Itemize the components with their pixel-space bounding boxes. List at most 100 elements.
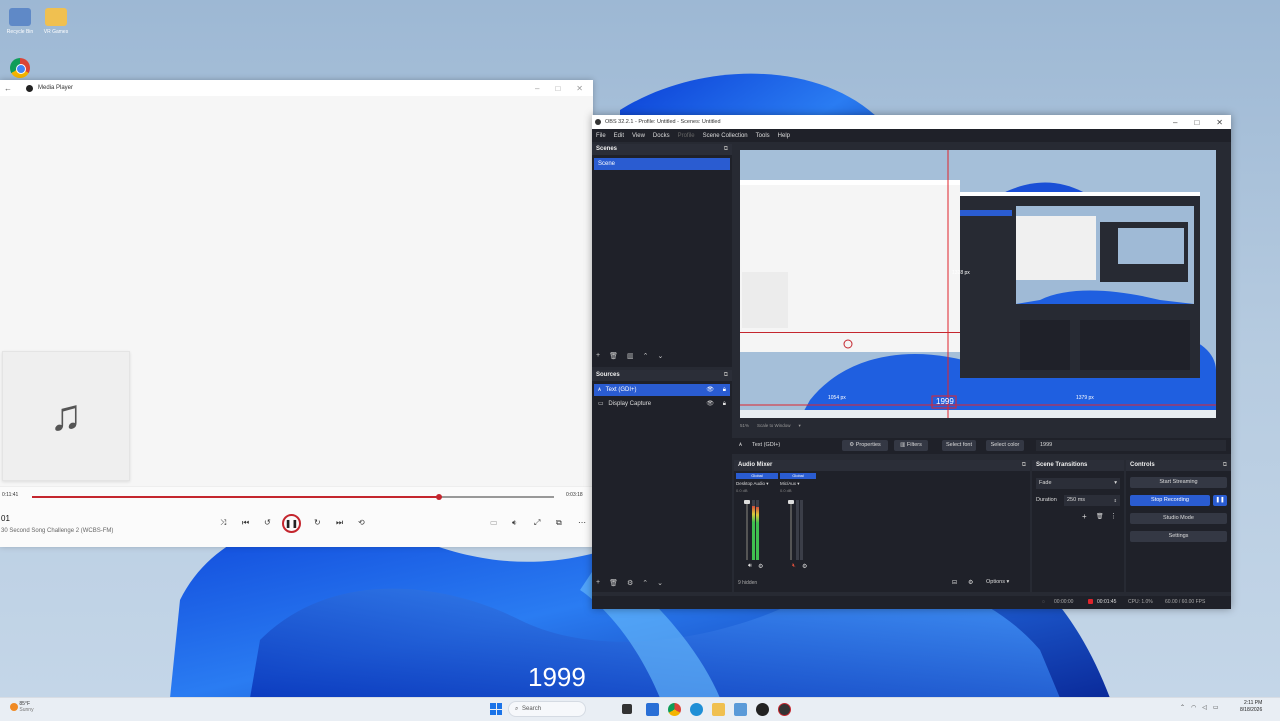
lock-icon[interactable]: 🔒︎ — [723, 384, 726, 396]
start-button[interactable] — [490, 703, 502, 715]
battery-icon[interactable]: ▭ — [1213, 704, 1219, 711]
lock-icon[interactable]: 🔒︎ — [723, 398, 726, 410]
start-streaming-button[interactable]: Start Streaming — [1130, 477, 1227, 488]
trash-icon[interactable]: 🗑︎ — [609, 579, 618, 587]
dock-icon[interactable]: ⧉ — [1223, 460, 1227, 471]
text-value-field[interactable]: 1999 — [1036, 440, 1226, 451]
minimize-button[interactable]: – — [535, 84, 539, 93]
select-color-button[interactable]: Select color — [986, 440, 1024, 451]
filters-button[interactable]: ▥ Filters — [894, 440, 928, 451]
chevron-down-icon[interactable]: ▾ — [799, 423, 801, 429]
eye-icon[interactable]: 👁︎ — [706, 384, 714, 396]
next-icon[interactable]: ⏭ — [336, 518, 343, 528]
chevron-up-icon[interactable]: ⌃ — [1180, 704, 1185, 711]
menu-profile[interactable]: Profile — [678, 133, 695, 139]
properties-button[interactable]: ⚙︎ Properties — [842, 440, 888, 451]
source-item-display[interactable]: ▭ Display Capture 👁︎ 🔒︎ — [594, 398, 730, 410]
shuffle-icon[interactable]: ⤨ — [220, 518, 226, 528]
seek-thumb[interactable] — [436, 494, 443, 500]
menu-scene-collection[interactable]: Scene Collection — [703, 133, 748, 139]
move-down-icon[interactable]: ⌄ — [657, 579, 663, 587]
fullscreen-icon[interactable]: ⤢ — [534, 518, 540, 528]
volume-slider[interactable] — [788, 500, 794, 560]
obs-icon[interactable] — [778, 703, 791, 716]
source-item-text[interactable]: ᴀ Text (GDI+) 👁︎ 🔒︎ — [594, 384, 730, 396]
trash-icon[interactable]: 🗑︎ — [1096, 513, 1104, 520]
close-button[interactable]: ✕ — [1216, 118, 1223, 127]
filter-icon[interactable]: ▥ — [627, 352, 634, 360]
more-icon[interactable]: ⋮ — [1110, 512, 1117, 520]
media-player-icon[interactable] — [756, 703, 769, 716]
dock-icon[interactable]: ⧉ — [1022, 460, 1026, 471]
move-up-icon[interactable]: ⌃ — [643, 352, 649, 360]
preview-text-source[interactable]: 1999 — [936, 397, 954, 406]
gear-icon[interactable]: ⚙︎ — [627, 579, 633, 587]
maximize-button[interactable]: □ — [1194, 118, 1199, 127]
wifi-icon[interactable]: ◠ — [1191, 704, 1196, 711]
slider-thumb[interactable] — [744, 500, 750, 504]
volume-icon[interactable]: ◁ — [1202, 704, 1207, 711]
menu-edit[interactable]: Edit — [614, 133, 624, 139]
duration-input[interactable]: 250 ms ⇕ — [1064, 495, 1120, 506]
menu-tools[interactable]: Tools — [756, 133, 770, 139]
task-view-icon[interactable] — [622, 704, 632, 714]
select-font-button[interactable]: Select font — [942, 440, 976, 451]
move-down-icon[interactable]: ⌄ — [657, 352, 663, 360]
menu-help[interactable]: Help — [778, 133, 790, 139]
options-button[interactable]: Options ▾ — [986, 579, 1009, 585]
caption-icon[interactable]: ▭ — [490, 518, 498, 527]
edge-icon[interactable] — [690, 703, 703, 716]
obs-preview[interactable]: 1054 px 1379 px 1328 px 1999 — [740, 150, 1216, 418]
dock-icon[interactable]: ⧉ — [724, 144, 728, 155]
chrome-icon[interactable] — [668, 703, 681, 716]
minimize-button[interactable]: – — [1173, 118, 1177, 127]
desktop-icon-vr-games[interactable]: VR Games — [36, 8, 76, 35]
desktop-icon-recycle-bin[interactable]: Recycle Bin — [0, 8, 40, 35]
transition-select[interactable]: Fade ▾ — [1036, 478, 1120, 489]
gear-icon[interactable]: ⚙︎ — [758, 563, 763, 570]
gear-icon[interactable]: ⚙︎ — [968, 579, 973, 586]
file-explorer-icon[interactable] — [712, 703, 725, 716]
pause-button[interactable]: ❚❚ — [282, 514, 301, 533]
dock-icon[interactable]: ⧉ — [724, 370, 728, 381]
desktop-icon-chrome[interactable] — [0, 58, 40, 78]
pause-recording-button[interactable]: ❚❚ — [1213, 495, 1227, 506]
maximize-button[interactable]: □ — [555, 84, 560, 93]
forward-30-icon[interactable]: ↻ — [314, 518, 321, 527]
add-icon[interactable]: + — [1082, 512, 1087, 521]
add-icon[interactable]: + — [596, 352, 600, 360]
app-icon[interactable] — [734, 703, 747, 716]
taskbar-search[interactable]: ⌕ Search — [508, 701, 586, 717]
more-icon[interactable]: ⋯ — [578, 518, 586, 527]
repeat-icon[interactable]: ⟲ — [358, 518, 365, 527]
volume-slider[interactable] — [744, 500, 750, 560]
stop-recording-button[interactable]: Stop Recording — [1130, 495, 1210, 506]
channel-name[interactable]: Desktop Audio ▾ — [736, 481, 778, 487]
zoom-level[interactable]: 51% — [740, 423, 749, 429]
previous-icon[interactable]: ⏮ — [242, 518, 249, 528]
scale-mode[interactable]: Scale to Window — [757, 423, 791, 429]
rewind-10-icon[interactable]: ↺ — [264, 518, 271, 527]
back-icon[interactable]: ← — [4, 84, 12, 93]
clock[interactable]: 2:11 PM 8/18/2026 — [1240, 700, 1262, 714]
menu-view[interactable]: View — [632, 133, 645, 139]
eye-icon[interactable]: 👁︎ — [706, 398, 714, 410]
widgets-icon[interactable] — [646, 703, 659, 716]
speaker-icon[interactable]: 🔊︎ — [748, 563, 752, 570]
menu-docks[interactable]: Docks — [653, 133, 670, 139]
menu-file[interactable]: File — [596, 133, 606, 139]
gear-icon[interactable]: ⚙︎ — [802, 563, 807, 570]
channel-name[interactable]: Mic/Aux ▾ — [780, 481, 816, 487]
close-button[interactable]: ✕ — [576, 84, 583, 93]
volume-icon[interactable]: 🔉︎ — [512, 518, 517, 528]
add-icon[interactable]: + — [596, 579, 600, 587]
scene-item[interactable]: Scene — [594, 158, 730, 170]
muted-speaker-icon[interactable]: 🔇︎ — [792, 563, 796, 570]
layout-icon[interactable]: ⊟ — [952, 579, 957, 586]
miniplayer-icon[interactable]: ⧉ — [556, 518, 562, 528]
studio-mode-button[interactable]: Studio Mode — [1130, 513, 1227, 524]
settings-button[interactable]: Settings — [1130, 531, 1227, 542]
weather-widget[interactable]: 85°F Sunny — [10, 701, 34, 713]
slider-thumb[interactable] — [788, 500, 794, 504]
move-up-icon[interactable]: ⌃ — [642, 579, 648, 587]
